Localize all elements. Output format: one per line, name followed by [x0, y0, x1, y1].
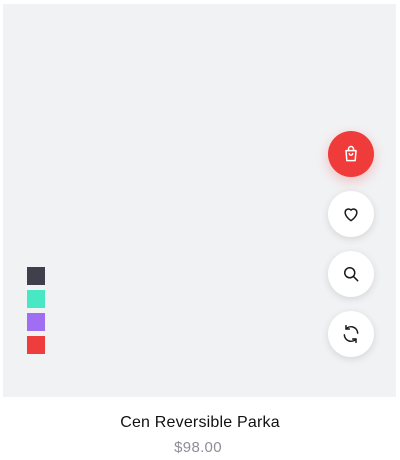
- quick-view-button[interactable]: [328, 251, 374, 297]
- add-to-cart-button[interactable]: [328, 131, 374, 177]
- heart-icon: [341, 204, 361, 224]
- product-title[interactable]: Cen Reversible Parka: [0, 414, 400, 432]
- color-swatch-purple[interactable]: [27, 313, 45, 331]
- color-swatch-red[interactable]: [27, 336, 45, 354]
- product-price: $98.00: [174, 439, 222, 456]
- product-actions: [328, 131, 374, 357]
- shopping-bag-icon: [341, 144, 361, 164]
- search-icon: [341, 264, 361, 284]
- color-swatch-dark-gray[interactable]: [27, 267, 45, 285]
- color-swatch-turquoise[interactable]: [27, 290, 45, 308]
- product-card: Cen Reversible Parka $98.00: [0, 0, 400, 460]
- color-swatch-list: [27, 267, 45, 354]
- compare-button[interactable]: [328, 311, 374, 357]
- wishlist-button[interactable]: [328, 191, 374, 237]
- product-image-area[interactable]: [3, 4, 396, 397]
- refresh-icon: [341, 324, 361, 344]
